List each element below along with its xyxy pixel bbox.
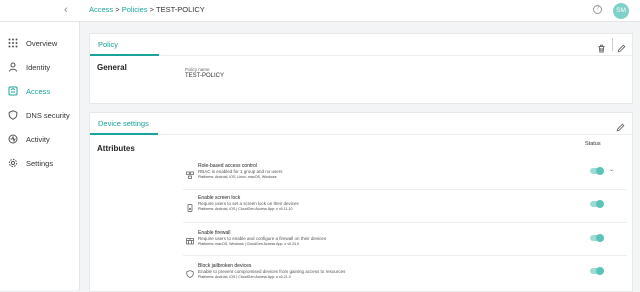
attribute-row-firewall: Enable firewall Require users to enable … [183, 223, 627, 256]
shield-icon [186, 265, 194, 278]
sidebar-item-dns-security[interactable]: DNS security [0, 108, 80, 122]
attribute-description: RBAC is enabled for 1 group and no users [198, 169, 283, 174]
sidebar: Overview Identity Access DNS security Ac… [0, 22, 80, 290]
screen-lock-status-toggle[interactable] [590, 200, 604, 208]
trash-icon[interactable] [597, 40, 606, 53]
attribute-platforms: Platforms: Android, iOS, Linux, macOS, W… [198, 175, 277, 179]
policy-name-value: TEST-POLICY [185, 73, 225, 79]
sidebar-item-label: Activity [26, 134, 50, 144]
attribute-platforms: Platforms: macOS, Windows | CloudGen Acc… [198, 242, 300, 246]
sidebar-item-label: Settings [26, 158, 54, 168]
policy-name-label: Policy name [185, 67, 210, 72]
access-icon [8, 86, 18, 96]
screen-lock-icon [186, 199, 194, 212]
edit-pencil-icon[interactable] [617, 40, 626, 53]
sidebar-item-label: Overview [26, 38, 58, 48]
breadcrumb-access-link[interactable]: Access [89, 5, 113, 14]
attribute-row-rbac: Role-based access control RBAC is enable… [183, 157, 627, 190]
tab-device-settings[interactable]: Device settings [90, 113, 158, 135]
header-divider [612, 38, 613, 51]
attribute-row-jailbreak: Block jailbroken devices Enable to preve… [183, 256, 627, 289]
shield-icon [8, 110, 18, 120]
jailbreak-status-toggle[interactable] [590, 267, 604, 275]
attribute-description: Require users to set a screen lock on th… [198, 201, 299, 206]
sidebar-item-label: Access [26, 86, 51, 96]
section-title-general: General [97, 63, 127, 72]
attribute-row-screen-lock: Enable screen lock Require users to set … [183, 190, 627, 223]
tab-policy[interactable]: Policy [90, 34, 159, 56]
device-settings-card: Device settings Attributes Status Role-b… [89, 112, 633, 292]
collapse-sidebar-icon[interactable]: ‹ [64, 4, 68, 16]
sidebar-item-activity[interactable]: Activity [0, 132, 80, 146]
rbac-status-toggle[interactable] [590, 167, 604, 175]
top-bar: ‹ Access > Policies > TEST-POLICY ? SM [0, 0, 640, 22]
sidebar-item-overview[interactable]: Overview [0, 36, 80, 50]
activity-icon [8, 134, 18, 144]
attribute-description: Enable to prevent compromised devices fr… [198, 269, 346, 274]
breadcrumb-current: TEST-POLICY [156, 5, 205, 14]
rbac-icon [186, 166, 194, 179]
chevron-down-icon[interactable]: ⌄ [609, 166, 614, 173]
sidebar-item-access[interactable]: Access [0, 84, 80, 98]
avatar[interactable]: SM [613, 3, 629, 19]
firewall-icon [186, 232, 194, 245]
edit-pencil-icon[interactable] [616, 119, 625, 132]
gear-icon [8, 158, 18, 168]
help-icon[interactable]: ? [593, 5, 602, 14]
grid-icon [8, 38, 18, 48]
person-icon [8, 62, 18, 72]
status-column-header: Status [585, 141, 601, 147]
breadcrumb-separator: > [113, 5, 122, 14]
attribute-description: Require users to enable and configure a … [198, 236, 327, 241]
sidebar-item-settings[interactable]: Settings [0, 156, 80, 170]
breadcrumb-policies-link[interactable]: Policies [122, 5, 148, 14]
breadcrumb: Access > Policies > TEST-POLICY [89, 5, 205, 14]
attribute-platforms: Platforms: Android, iOS | CloudGen Acces… [198, 275, 291, 279]
attribute-platforms: Platforms: Android, iOS | CloudGen Acces… [198, 207, 293, 211]
policy-card: Policy General Policy name TEST-POLICY [89, 33, 633, 104]
sidebar-item-label: DNS security [26, 110, 70, 120]
sidebar-item-identity[interactable]: Identity [0, 60, 80, 74]
breadcrumb-separator: > [147, 5, 157, 14]
sidebar-item-label: Identity [26, 62, 51, 72]
section-title-attributes: Attributes [97, 144, 135, 153]
device-card-header: Device settings [90, 113, 632, 135]
policy-card-header: Policy [90, 34, 632, 56]
firewall-status-toggle[interactable] [590, 234, 604, 242]
